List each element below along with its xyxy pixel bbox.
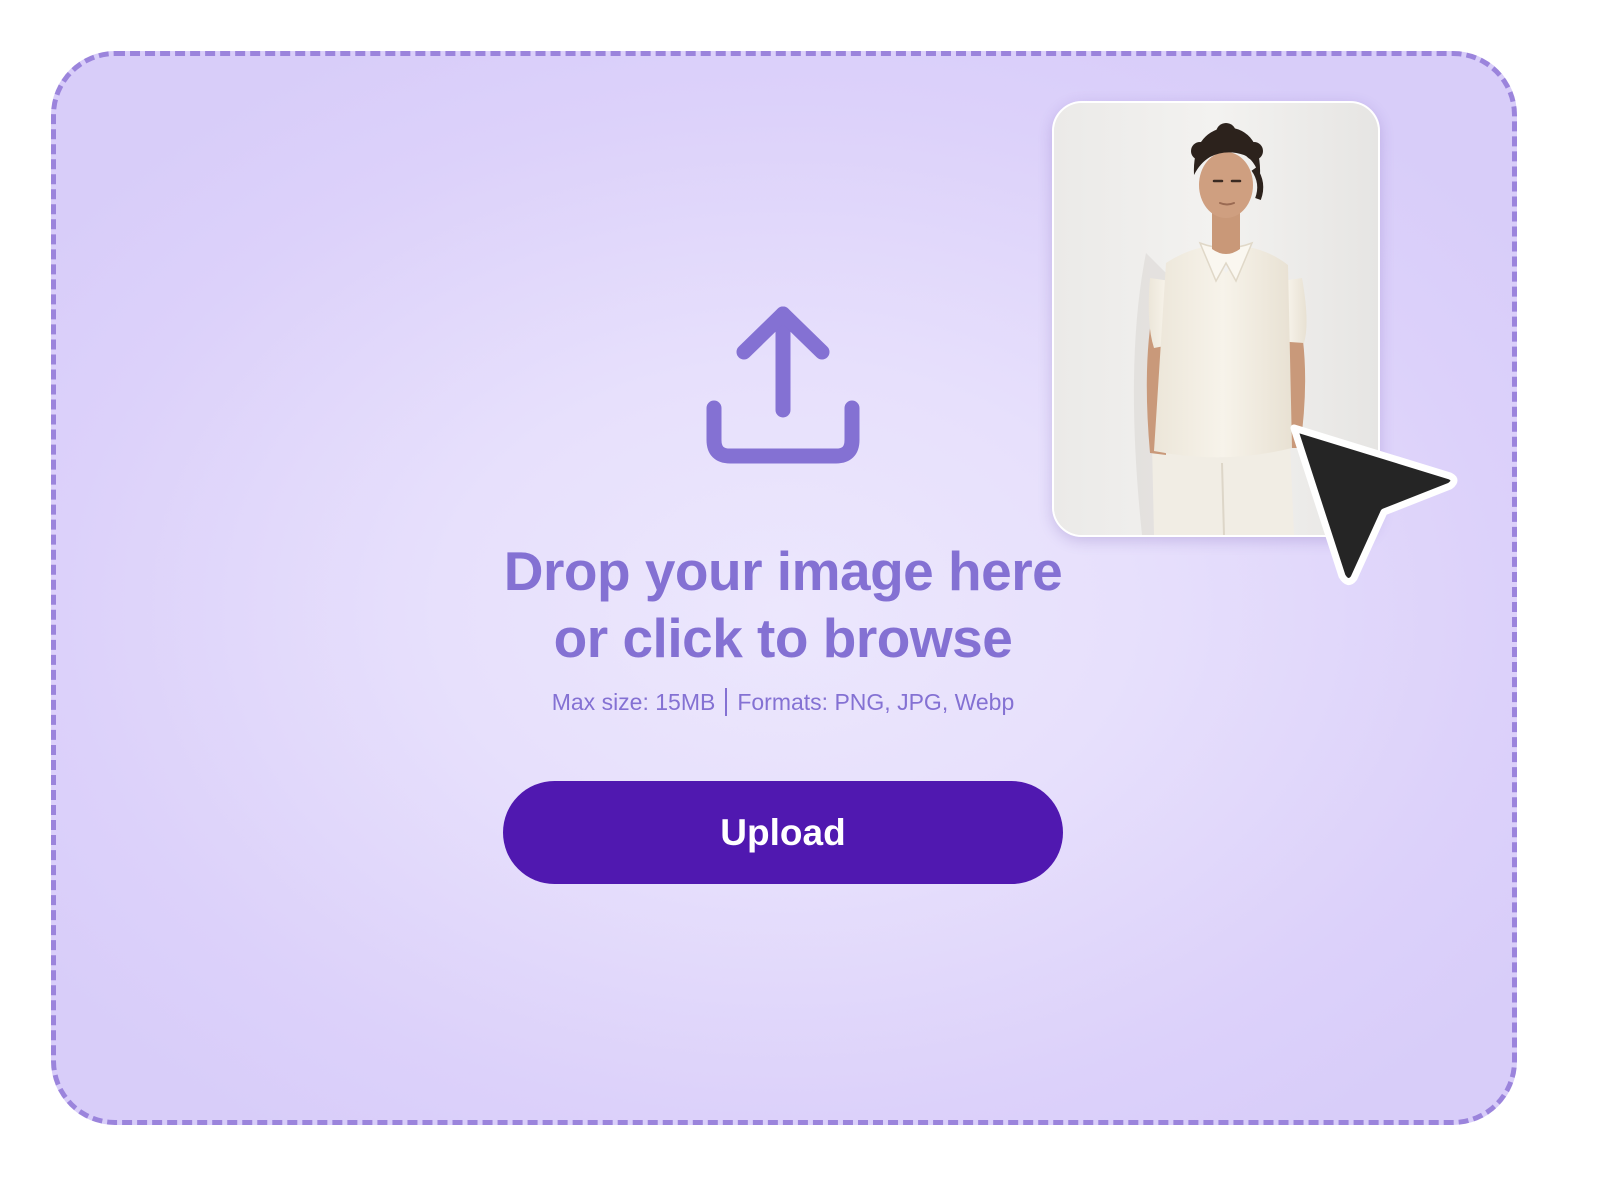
formats-text: Formats: PNG, JPG, Webp xyxy=(737,689,1015,715)
upload-button[interactable]: Upload xyxy=(503,781,1063,884)
file-requirements: Max size: 15MB Formats: PNG, JPG, Webp xyxy=(383,686,1183,718)
dropzone-headline: Drop your image here or click to browse xyxy=(383,538,1183,672)
upload-icon xyxy=(706,306,860,464)
divider xyxy=(725,688,728,716)
headline-line-1: Drop your image here xyxy=(503,540,1063,602)
cursor-arrow-icon xyxy=(1290,424,1458,585)
headline-line-2: or click to browse xyxy=(553,607,1013,669)
max-size-text: Max size: 15MB xyxy=(551,689,716,715)
